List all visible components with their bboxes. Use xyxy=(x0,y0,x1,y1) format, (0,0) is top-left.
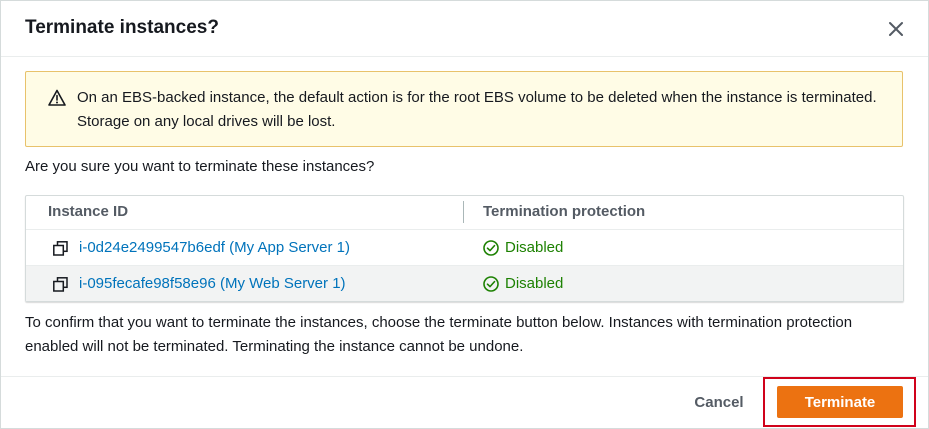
copy-icon[interactable] xyxy=(53,277,68,292)
confirmation-question: Are you sure you want to terminate these… xyxy=(25,158,375,175)
column-header-termination-protection: Termination protection xyxy=(483,203,646,220)
warning-message: On an EBS-backed instance, the default a… xyxy=(77,89,877,130)
dialog-footer: Cancel Terminate xyxy=(1,376,928,429)
status-label: Disabled xyxy=(505,239,564,256)
check-circle-icon xyxy=(483,275,499,292)
instances-table: Instance ID Termination protection i-0d2… xyxy=(25,195,904,302)
cancel-button[interactable]: Cancel xyxy=(677,386,761,418)
instance-link[interactable]: i-0d24e2499547b6edf (My App Server 1) xyxy=(79,239,350,256)
column-header-instance-id: Instance ID xyxy=(48,203,129,220)
check-circle-icon xyxy=(483,239,499,256)
confirmation-note: To confirm that you want to terminate th… xyxy=(25,314,853,355)
termination-protection-status: Disabled xyxy=(483,275,563,292)
table-row: i-0d24e2499547b6edf (My App Server 1) Di… xyxy=(26,229,903,265)
dialog-title: Terminate instances? xyxy=(25,17,219,38)
close-button[interactable] xyxy=(884,17,908,41)
terminate-button[interactable]: Terminate xyxy=(777,386,903,418)
copy-icon[interactable] xyxy=(53,241,68,256)
status-label: Disabled xyxy=(505,275,564,292)
dialog-header: Terminate instances? xyxy=(1,1,928,57)
terminate-instances-dialog: Terminate instances? On an EBS-backed in… xyxy=(0,0,929,429)
warning-alert: On an EBS-backed instance, the default a… xyxy=(25,71,903,147)
close-icon xyxy=(889,22,903,36)
instance-link[interactable]: i-095fecafe98f58e96 (My Web Server 1) xyxy=(79,275,346,292)
warning-triangle-icon xyxy=(48,89,66,106)
table-row: i-095fecafe98f58e96 (My Web Server 1) Di… xyxy=(26,265,903,301)
termination-protection-status: Disabled xyxy=(483,239,563,256)
column-divider xyxy=(463,201,464,223)
table-header: Instance ID Termination protection xyxy=(26,196,903,229)
